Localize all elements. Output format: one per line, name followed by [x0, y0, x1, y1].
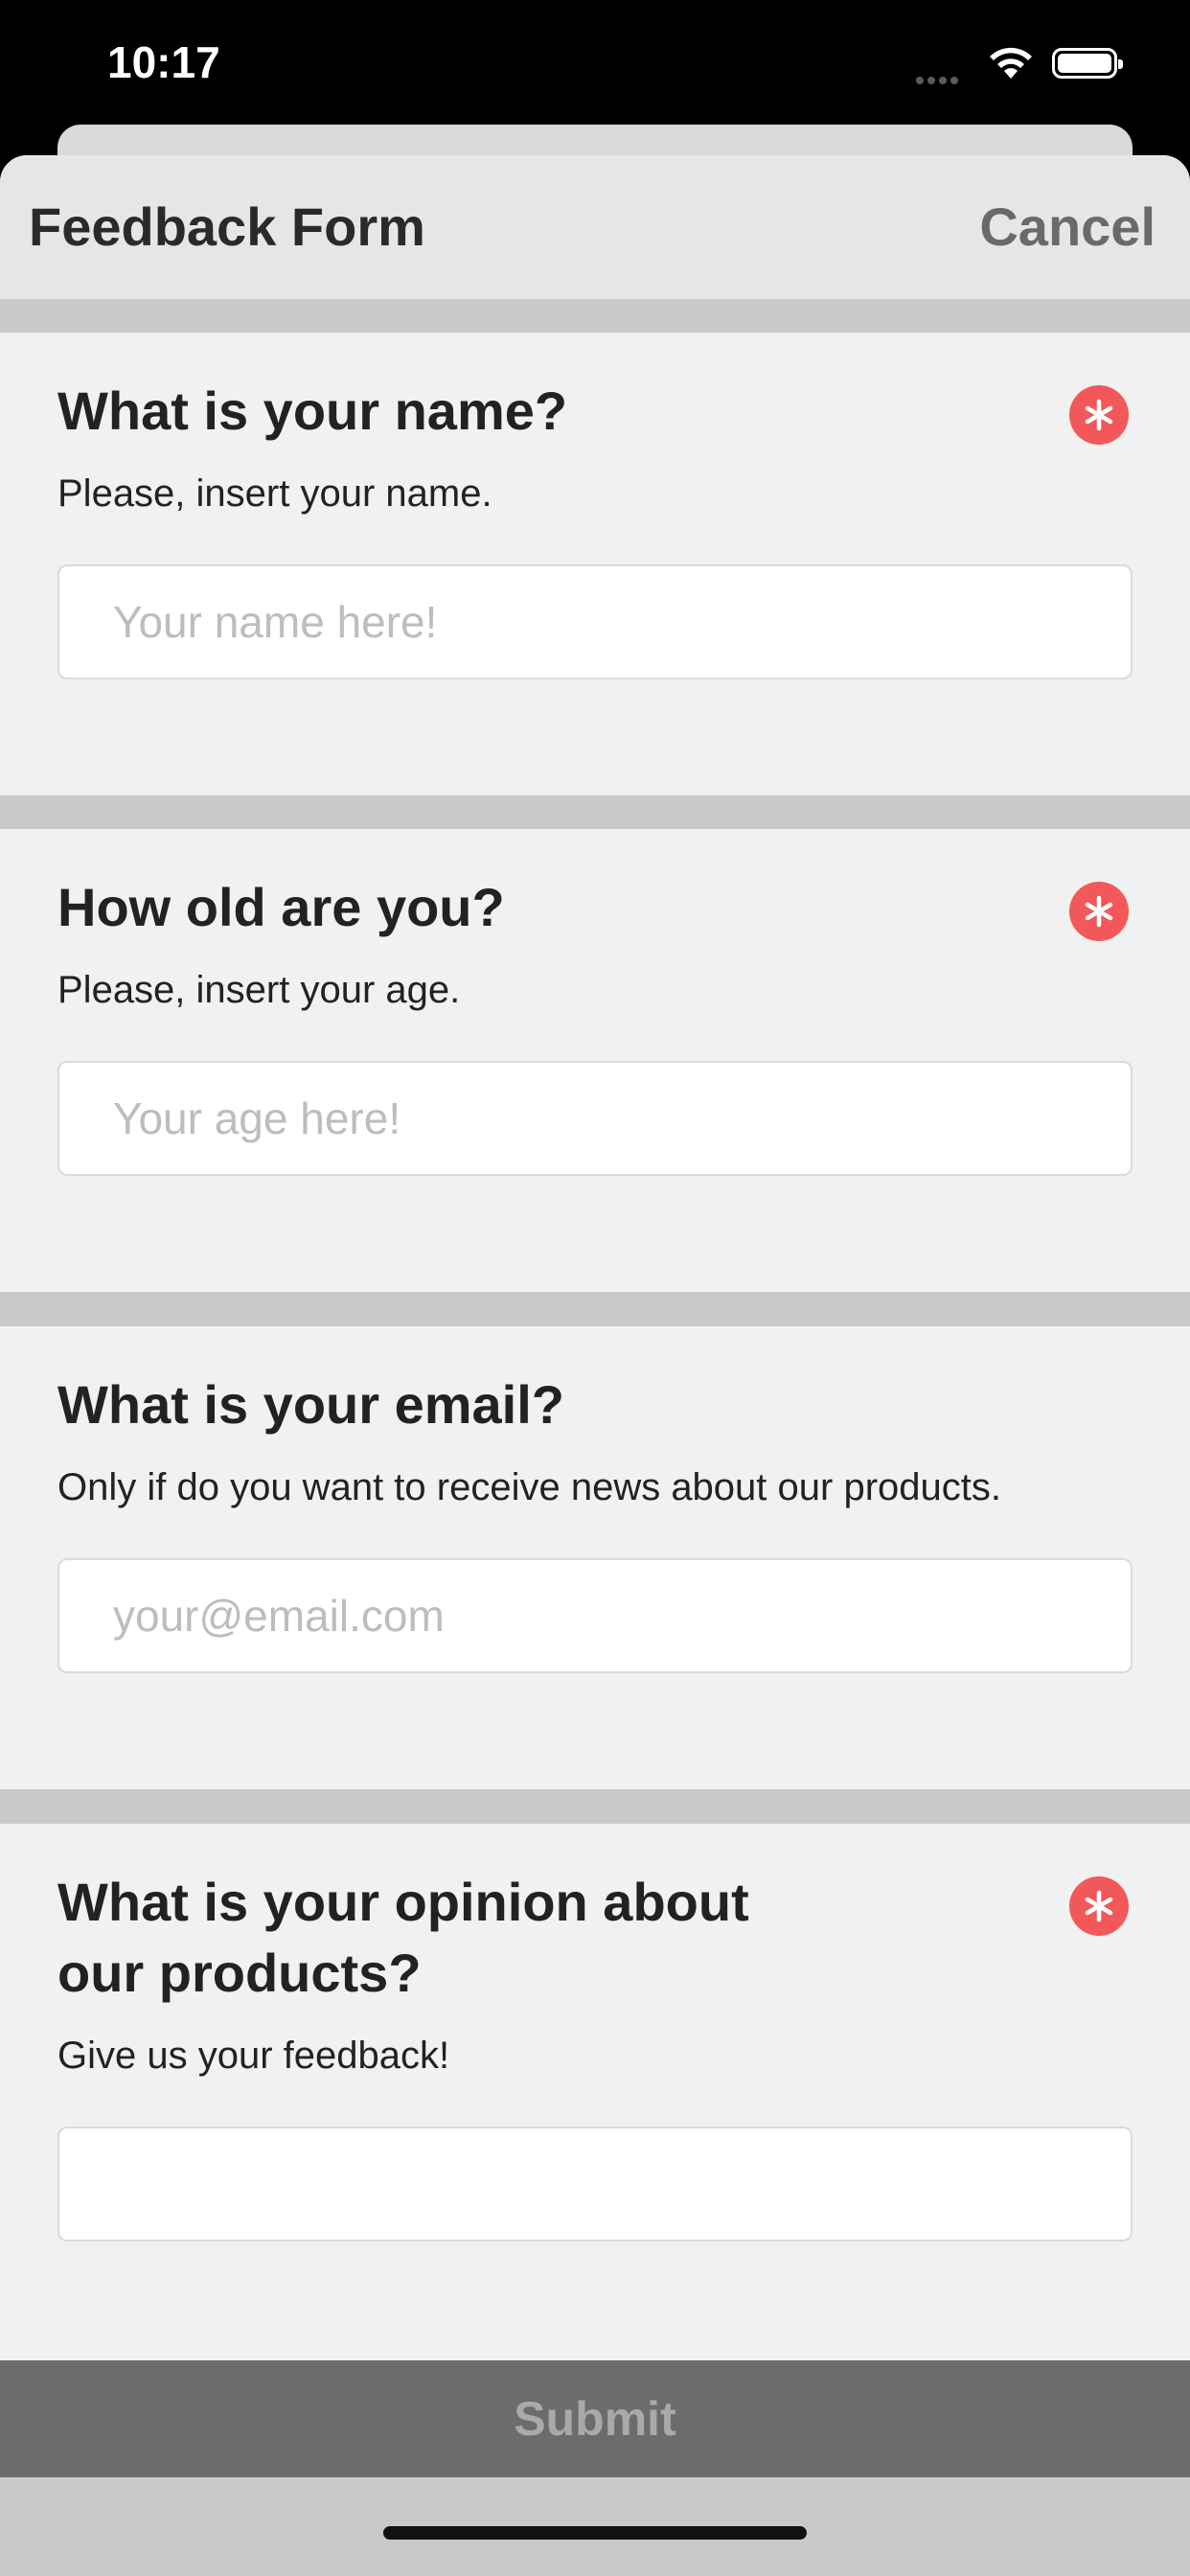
required-icon [1069, 385, 1129, 445]
age-input[interactable] [57, 1061, 1133, 1176]
name-input[interactable] [57, 564, 1133, 679]
status-bar: 10:17 [0, 0, 1190, 125]
question-title-line-1: What is your opinion about [57, 1872, 749, 1932]
question-title: How old are you? [57, 877, 505, 937]
question-age-section: How old are you? Please, insert your age… [0, 829, 1190, 1292]
feedback-form-sheet: Feedback Form Cancel What is your name? … [0, 155, 1190, 2576]
home-indicator[interactable] [383, 2526, 807, 2540]
cancel-button[interactable]: Cancel [979, 196, 1156, 258]
question-description: Please, insert your age. [57, 969, 461, 1011]
question-title-line-2: our products? [57, 1943, 422, 2003]
question-opinion-section: What is your opinion about our products?… [0, 1824, 1190, 2360]
question-title: What is your name? [57, 380, 568, 441]
required-icon [1069, 1876, 1129, 1936]
question-name-section: What is your name? Please, insert your n… [0, 333, 1190, 795]
cellular-signal-icon [916, 72, 962, 89]
question-description: Give us your feedback! [57, 2035, 450, 2077]
opinion-input[interactable] [57, 2127, 1133, 2242]
submit-label: Submit [514, 2392, 676, 2446]
question-title: What is your email? [57, 1374, 564, 1435]
question-description: Only if do you want to receive news abou… [57, 1466, 1001, 1508]
battery-icon [1052, 48, 1123, 79]
status-time: 10:17 [107, 37, 220, 87]
question-email-section: What is your email? Only if do you want … [0, 1326, 1190, 1789]
email-input[interactable] [57, 1558, 1133, 1673]
submit-button[interactable]: Submit [0, 2360, 1190, 2477]
question-description: Please, insert your name. [57, 472, 492, 515]
page-title: Feedback Form [29, 196, 425, 257]
question-title: What is your opinion about our products? [57, 1867, 749, 2009]
required-icon [1069, 882, 1129, 941]
wifi-icon [987, 44, 1035, 85]
navigation-bar: Feedback Form Cancel [0, 155, 1190, 299]
